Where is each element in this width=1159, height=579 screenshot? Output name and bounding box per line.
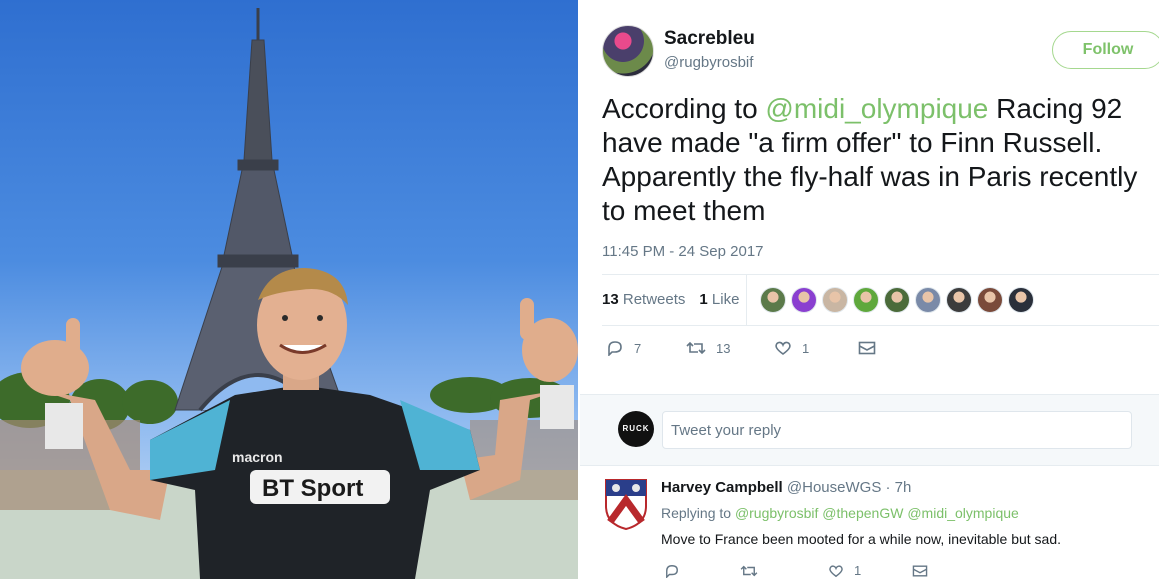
crest-icon[interactable] xyxy=(604,478,648,530)
replying-mention[interactable]: @rugbyrosbif xyxy=(735,505,818,521)
avatar[interactable] xyxy=(602,25,654,77)
reply-count: 7 xyxy=(634,340,642,356)
mention-link[interactable]: @midi_olympique xyxy=(765,93,988,124)
photo: BT Sport macron xyxy=(0,0,578,579)
reply-icon xyxy=(666,564,678,578)
reply-action[interactable]: 7 xyxy=(606,340,686,356)
tweet-timestamp[interactable]: 11:45 PM - 24 Sep 2017 xyxy=(602,243,764,260)
retweet-action[interactable] xyxy=(740,563,828,578)
author-handle[interactable]: @rugbyrosbif xyxy=(664,54,753,71)
liker-avatar[interactable] xyxy=(946,287,972,313)
liker-avatar[interactable] xyxy=(1008,287,1034,313)
reply-input[interactable]: Tweet your reply xyxy=(662,411,1132,449)
tweet-stats: 13 Retweets 1 Like xyxy=(602,291,739,308)
like-count: 1 xyxy=(854,563,862,578)
liker-avatar[interactable] xyxy=(915,287,941,313)
likers-list xyxy=(760,287,1034,313)
heart-icon xyxy=(775,341,791,355)
reply-composer: RUCK Tweet your reply xyxy=(580,394,1159,466)
tweet-card: Sacrebleu @rugbyrosbif Follow According … xyxy=(580,0,1159,579)
like-action[interactable]: 1 xyxy=(828,563,912,578)
retweet-action[interactable]: 13 xyxy=(686,340,774,356)
liker-avatar[interactable] xyxy=(791,287,817,313)
liker-avatar[interactable] xyxy=(884,287,910,313)
reply-action[interactable] xyxy=(664,563,740,578)
reply-composer-avatar[interactable]: RUCK xyxy=(618,411,654,447)
replying-mention[interactable]: @thepenGW xyxy=(822,505,903,521)
author-name[interactable]: Sacrebleu xyxy=(664,28,755,50)
heart-icon xyxy=(829,564,843,577)
liker-avatar[interactable] xyxy=(822,287,848,313)
tweet-text-segment: have made "a firm offer" to Finn Russell… xyxy=(602,127,1103,158)
photo-illustration: BT Sport macron xyxy=(0,8,578,579)
tweet-actions: 7 13 1 xyxy=(606,340,876,356)
replying-mention[interactable]: @midi_olympique xyxy=(907,505,1018,521)
stats-divider xyxy=(746,275,747,325)
retweets-stat[interactable]: 13 Retweets xyxy=(602,291,685,308)
retweet-icon xyxy=(740,565,758,576)
tweet-text-line: to meet them xyxy=(602,194,1159,228)
reply-icon xyxy=(608,341,622,356)
retweet-icon xyxy=(686,341,706,355)
reply-actions: 1 xyxy=(664,563,928,578)
tweet-text-segment: Apparently the fly-half was in Paris rec… xyxy=(602,161,1138,192)
tweet-text-segment: to meet them xyxy=(602,195,766,226)
likes-stat[interactable]: 1 Like xyxy=(699,291,739,308)
svg-text:BT Sport: BT Sport xyxy=(262,475,363,502)
message-action[interactable] xyxy=(912,563,928,578)
tweet-text: According to @midi_olympique Racing 92 ha… xyxy=(602,92,1159,228)
tweet-text-line: Apparently the fly-half was in Paris rec… xyxy=(602,160,1159,194)
envelope-icon xyxy=(858,341,876,355)
reply-tweet: Harvey Campbell @HouseWGS · 7h Replying … xyxy=(580,470,1159,579)
tweet-text-segment: Racing 92 xyxy=(988,93,1123,124)
liker-avatar[interactable] xyxy=(853,287,879,313)
reply-text: Move to France been mooted for a while n… xyxy=(661,531,1062,547)
envelope-icon xyxy=(912,564,928,577)
tweet-text-line: According to @midi_olympique Racing 92 xyxy=(602,92,1159,126)
liker-avatar[interactable] xyxy=(977,287,1003,313)
divider xyxy=(602,325,1159,326)
message-action[interactable] xyxy=(858,340,876,356)
divider xyxy=(602,274,1159,275)
reply-author[interactable]: Harvey Campbell @HouseWGS · 7h xyxy=(661,479,911,496)
like-action[interactable]: 1 xyxy=(774,340,858,356)
like-count: 1 xyxy=(802,340,810,356)
svg-text:macron: macron xyxy=(232,449,283,465)
tweet-text-line: have made "a firm offer" to Finn Russell… xyxy=(602,126,1159,160)
follow-button[interactable]: Follow xyxy=(1052,31,1159,69)
retweet-count: 13 xyxy=(716,340,731,356)
replying-to: Replying to @rugbyrosbif @thepenGW @midi… xyxy=(661,505,1019,521)
liker-avatar[interactable] xyxy=(760,287,786,313)
tweet-text-segment: According to xyxy=(602,93,766,124)
